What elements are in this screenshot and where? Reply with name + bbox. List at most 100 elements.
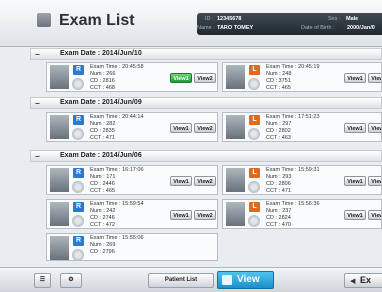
exam-cct: CCT : 465 [90, 188, 115, 194]
exam-card[interactable]: R Exam Time : 15:55:06 Num : 269 CD : 27… [46, 233, 218, 261]
collapse-icon[interactable]: − [35, 50, 40, 59]
exam-date-label: Exam Date : 2014/Jun/06 [60, 152, 142, 159]
exam-card[interactable]: L Exam Time : 20:45:19 Num : 248 CD : 37… [222, 62, 382, 92]
exam-card[interactable]: R Exam Time : 20:44:14 Num : 282 CD : 28… [46, 112, 218, 142]
eye-side-badge: L [249, 115, 260, 125]
exam-date-header[interactable]: − Exam Date : 2014/Jun/06 [30, 150, 382, 162]
view1-button[interactable]: View1 [170, 210, 192, 220]
exam-card[interactable]: R Exam Time : 20:45:58 Num : 266 CD : 28… [46, 62, 218, 92]
eye-icon [72, 249, 84, 260]
exam-thumbnail [50, 115, 69, 139]
exam-num: Num : 237 [266, 208, 292, 214]
collapse-icon[interactable]: − [35, 152, 40, 161]
exam-card[interactable]: R Exam Time : 16:17:06 Num : 171 CD : 24… [46, 165, 218, 195]
exam-time: Exam Time : 20:45:19 [266, 64, 320, 70]
patient-sex-label: Sex : [328, 16, 341, 22]
view-button[interactable]: View [217, 271, 274, 289]
exam-cct: CCT : 471 [266, 188, 291, 194]
exam-num: Num : 266 [90, 71, 116, 77]
eye-side-badge: R [73, 65, 84, 75]
view1-button[interactable]: View1 [170, 123, 192, 133]
exam-num: Num : 248 [266, 71, 292, 77]
exam-cct: CCT : 470 [266, 222, 291, 228]
view2-button[interactable]: View2 [194, 176, 216, 186]
collapse-icon[interactable]: − [35, 99, 40, 108]
patient-info-panel: ID : 12345678 Name : TARO TOMEY Sex : Ma… [197, 13, 382, 35]
exam-num: Num : 269 [90, 242, 116, 248]
export-button-label: Ex [360, 275, 372, 285]
exam-list: − Exam Date : 2014/Jun/10 R Exam Time : … [30, 46, 382, 267]
settings-icon[interactable]: ⚙ [60, 273, 82, 288]
exam-cd: CD : 2746 [90, 215, 115, 221]
exam-cct: CCT : 463 [266, 135, 291, 141]
view1-button[interactable]: View1 [344, 210, 366, 220]
view-button-label: View [237, 274, 260, 285]
exam-time: Exam Time : 20:44:14 [90, 114, 144, 120]
exam-cct: CCT : 472 [90, 222, 115, 228]
patient-dob-value: 2000/Jan/0 [347, 25, 375, 31]
exam-num: Num : 297 [266, 121, 292, 127]
exam-thumbnail [50, 236, 69, 260]
view1-button[interactable]: View1 [170, 176, 192, 186]
exam-thumbnail [50, 65, 69, 89]
view1-button[interactable]: View1 [344, 73, 366, 83]
exam-num: Num : 293 [266, 174, 292, 180]
patient-id-value: 12345678 [217, 16, 242, 22]
view1-button[interactable]: View1 [170, 73, 192, 83]
eye-side-badge: R [73, 168, 84, 178]
view2-button[interactable]: View2 [194, 123, 216, 133]
eye-icon [72, 78, 84, 90]
exam-cct: CCT : 468 [90, 85, 115, 91]
exam-thumbnail [226, 168, 245, 192]
exam-num: Num : 242 [90, 208, 116, 214]
exam-cd: CD : 2816 [90, 78, 115, 84]
eye-icon [248, 128, 260, 140]
patient-sex-value: Male [346, 16, 359, 22]
exam-cd: CD : 2802 [266, 128, 291, 134]
view1-button[interactable]: View1 [344, 176, 366, 186]
exam-date-header[interactable]: − Exam Date : 2014/Jun/10 [30, 48, 382, 60]
eye-icon [72, 128, 84, 140]
exam-thumbnail [226, 65, 245, 89]
patient-id-label: ID : [205, 16, 214, 22]
patient-name-value: TARO TOMEY [217, 25, 254, 31]
view2-button[interactable]: View2 [368, 210, 381, 220]
view2-button[interactable]: View2 [368, 176, 381, 186]
exam-card[interactable]: L Exam Time : 15:56:36 Num : 237 CD : 28… [222, 199, 382, 229]
view1-button[interactable]: View1 [344, 123, 366, 133]
eye-side-badge: L [249, 168, 260, 178]
exam-card[interactable]: L Exam Time : 15:59:31 Num : 293 CD : 28… [222, 165, 382, 195]
eye-side-badge: R [73, 202, 84, 212]
exam-thumbnail [50, 168, 69, 192]
exam-time: Exam Time : 15:56:36 [266, 201, 320, 207]
view2-button[interactable]: View2 [194, 210, 216, 220]
eye-icon [72, 215, 84, 227]
patient-dob-label: Date of Birth : [301, 25, 335, 31]
exam-card[interactable]: R Exam Time : 15:59:54 Num : 242 CD : 27… [46, 199, 218, 229]
patient-name-label: Name : [197, 25, 215, 31]
exam-date-label: Exam Date : 2014/Jun/09 [60, 99, 142, 106]
exam-thumbnail [226, 115, 245, 139]
exam-time: Exam Time : 16:17:06 [90, 167, 144, 173]
eye-icon [248, 181, 260, 193]
exam-time: Exam Time : 15:55:06 [90, 235, 144, 241]
exam-cd: CD : 2806 [266, 181, 291, 187]
exam-card[interactable]: L Exam Time : 17:51:23 Num : 297 CD : 28… [222, 112, 382, 142]
exam-cd: CD : 3751 [266, 78, 291, 84]
view2-button[interactable]: View2 [368, 73, 381, 83]
list-icon [37, 13, 51, 27]
grid-icon[interactable]: ☰ [34, 273, 51, 288]
exam-thumbnail [226, 202, 245, 226]
exam-date-header[interactable]: − Exam Date : 2014/Jun/09 [30, 97, 382, 109]
view2-button[interactable]: View2 [368, 123, 381, 133]
eye-side-badge: L [249, 65, 260, 75]
eye-side-badge: R [73, 236, 84, 246]
exam-cd: CD : 2824 [266, 215, 291, 221]
exam-date-label: Exam Date : 2014/Jun/10 [60, 50, 142, 57]
exam-num: Num : 282 [90, 121, 116, 127]
patient-list-button[interactable]: Patient List [148, 273, 214, 288]
view2-button[interactable]: View2 [194, 73, 216, 83]
export-button[interactable]: ◀ Ex [344, 273, 382, 288]
export-icon: ◀ [350, 278, 356, 285]
page-title: Exam List [59, 12, 135, 29]
